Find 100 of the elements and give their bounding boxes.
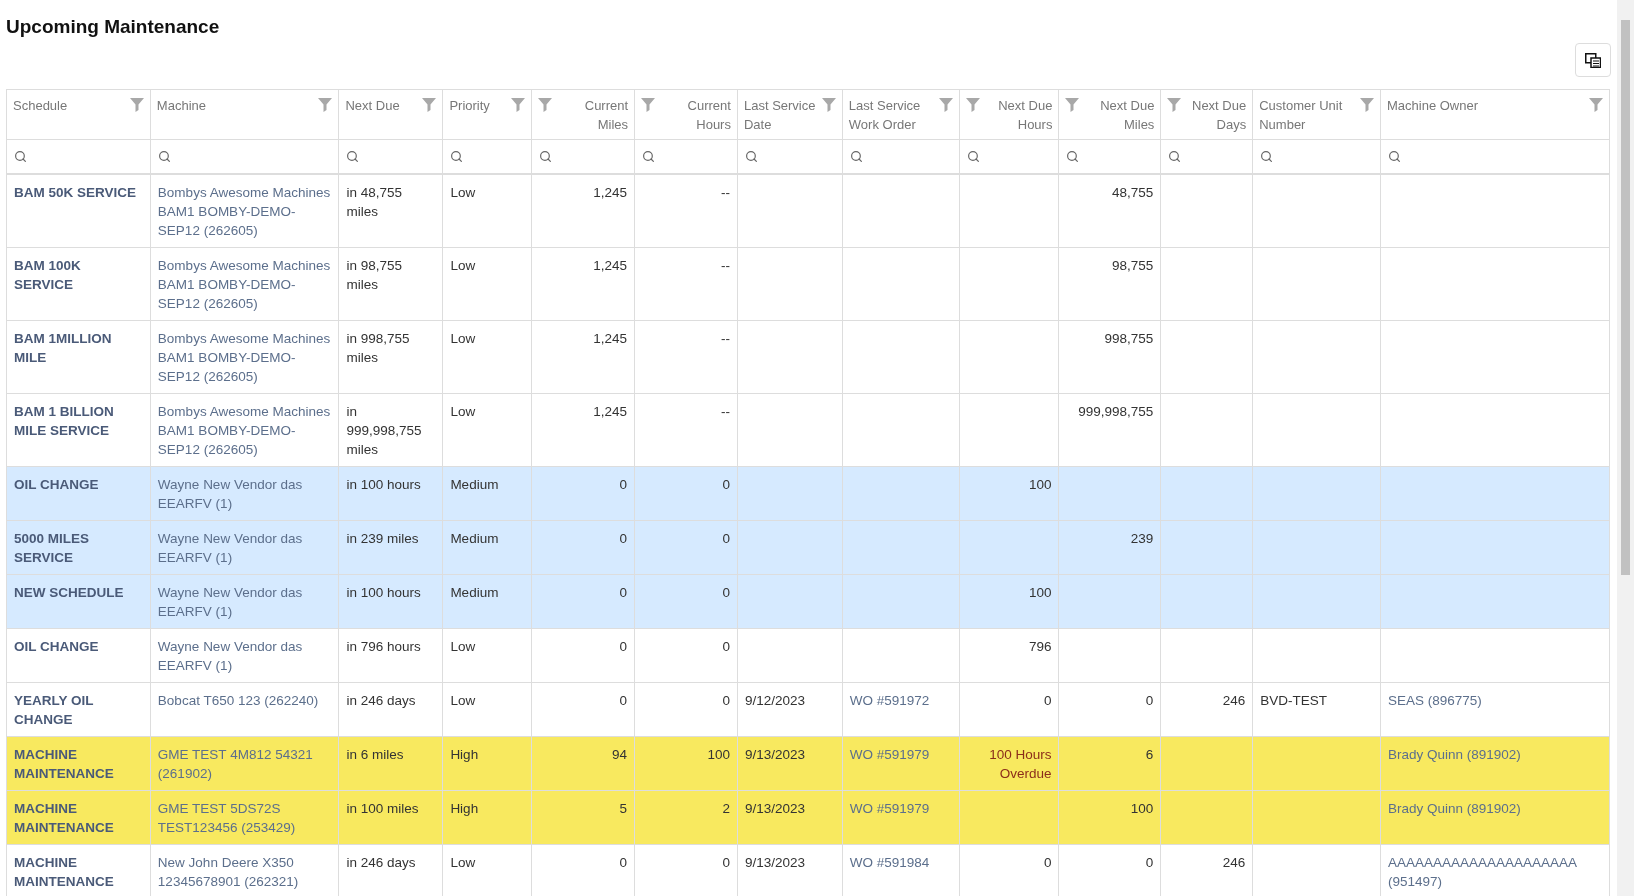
column-header[interactable]: Schedule xyxy=(6,89,151,140)
filter-field[interactable] xyxy=(634,139,738,174)
search-icon xyxy=(157,149,171,163)
table-cell-text: in 246 days xyxy=(346,691,417,710)
filter-field[interactable] xyxy=(442,139,532,174)
search-icon xyxy=(450,149,464,163)
table-cell-text: Medium xyxy=(450,529,500,548)
table-cell-text: 998,755 xyxy=(1103,329,1154,348)
column-header[interactable]: Current Hours xyxy=(634,89,738,140)
table-cell-text: NEW SCHEDULE xyxy=(14,583,125,602)
table-cell-text: -- xyxy=(719,256,730,275)
filter-icon[interactable] xyxy=(318,98,333,112)
filter-field[interactable] xyxy=(737,139,843,174)
filter-field[interactable] xyxy=(1380,139,1610,174)
table-cell-text: -- xyxy=(719,402,730,421)
table-cell-text: 1,245 xyxy=(592,183,628,202)
table-cell-text: -- xyxy=(719,183,730,202)
filter-icon[interactable] xyxy=(1167,98,1182,112)
column-header[interactable]: Last Service Work Order xyxy=(842,89,960,140)
table-cell-text: in 6 miles xyxy=(346,745,405,764)
table-cell-text: 0 xyxy=(721,691,730,710)
column-header[interactable]: Next Due Miles xyxy=(1058,89,1161,140)
filter-field[interactable] xyxy=(1058,139,1161,174)
columns-button[interactable] xyxy=(1575,43,1611,77)
table-cell-text: Low xyxy=(450,256,477,275)
column-header[interactable]: Last Service Date xyxy=(737,89,843,140)
table-cell-text: High xyxy=(450,799,480,818)
table-cell-text: Medium xyxy=(450,583,500,602)
table-cell-text: 246 xyxy=(1221,691,1246,710)
table-cell-text: 0 xyxy=(1042,853,1052,872)
table-cell-text: OIL CHANGE xyxy=(14,637,100,656)
column-header[interactable]: Machine Owner xyxy=(1380,89,1610,140)
table-cell-text: 1,245 xyxy=(592,402,628,421)
table-cell-text: 0 xyxy=(1144,691,1154,710)
filter-field[interactable] xyxy=(6,139,151,174)
table-cell-text: 100 xyxy=(706,745,730,764)
table-cell-text: 796 xyxy=(1027,637,1052,656)
filter-field[interactable] xyxy=(1252,139,1381,174)
scrollbar[interactable] xyxy=(1617,0,1634,896)
column-header[interactable]: Next Due xyxy=(338,89,443,140)
search-icon xyxy=(642,149,656,163)
table-cell-text: High xyxy=(450,745,480,764)
column-header[interactable]: Next Due Hours xyxy=(959,89,1059,140)
table-cell-text: 100 xyxy=(1129,799,1154,818)
column-header[interactable]: Priority xyxy=(442,89,532,140)
column-header[interactable]: Current Miles xyxy=(531,89,635,140)
filter-field[interactable] xyxy=(338,139,443,174)
table-cell-text: in 999,998,755 miles xyxy=(346,402,423,459)
filter-field[interactable] xyxy=(1160,139,1253,174)
table-cell-text: 0 xyxy=(618,583,628,602)
column-header[interactable]: Machine xyxy=(150,89,339,140)
filter-field[interactable] xyxy=(150,139,339,174)
filter-icon[interactable] xyxy=(422,98,437,112)
columns-icon xyxy=(1585,52,1601,68)
page-title: Upcoming Maintenance xyxy=(6,15,220,39)
table-cell-text: MACHINE MAINTENANCE xyxy=(14,799,115,837)
filter-icon[interactable] xyxy=(511,98,526,112)
table-cell-text: in 246 days xyxy=(346,853,417,872)
table-cell-text: 5 xyxy=(618,799,628,818)
table-cell-text: BAM 1 BILLION MILE SERVICE xyxy=(14,402,115,440)
table-cell-text: 6 xyxy=(1144,745,1154,764)
filter-field[interactable] xyxy=(842,139,960,174)
table-cell-text: BVD-TEST xyxy=(1260,691,1328,710)
filter-icon[interactable] xyxy=(938,98,953,112)
search-icon xyxy=(346,149,360,163)
filter-field[interactable] xyxy=(959,139,1059,174)
table-cell-text: in 239 miles xyxy=(346,529,420,548)
table-cell-text: MACHINE MAINTENANCE xyxy=(14,853,115,891)
filter-icon[interactable] xyxy=(965,98,980,112)
table-cell-text: Low xyxy=(450,402,477,421)
filter-icon[interactable] xyxy=(1065,98,1080,112)
table-cell-text: in 998,755 miles xyxy=(346,329,411,367)
filter-field[interactable] xyxy=(531,139,635,174)
column-header[interactable]: Customer Unit Number xyxy=(1252,89,1381,140)
table-cell-text: 0 xyxy=(721,853,730,872)
filter-icon[interactable] xyxy=(1360,98,1374,112)
table-cell-text: 100 Hours Overdue xyxy=(988,745,1052,783)
table-cell-text: 0 xyxy=(721,529,730,548)
column-header[interactable]: Next Due Days xyxy=(1160,89,1253,140)
search-icon xyxy=(966,149,980,163)
table-cell-text: 100 xyxy=(1027,583,1052,602)
table-cell-text: 246 xyxy=(1221,853,1246,872)
search-icon xyxy=(849,149,863,163)
filter-icon[interactable] xyxy=(129,98,144,112)
filter-icon[interactable] xyxy=(641,98,656,112)
table-cell-text: in 98,755 miles xyxy=(346,256,403,294)
table-cell-text: in 100 hours xyxy=(346,583,422,602)
table-cell-text: BAM 100K SERVICE xyxy=(14,256,82,294)
table-cell-text: 0 xyxy=(721,475,730,494)
filter-icon[interactable] xyxy=(538,98,553,112)
table-cell-text: 0 xyxy=(1042,691,1052,710)
table-cell-text: BAM 50K SERVICE xyxy=(14,183,138,202)
table-cell-text: Medium xyxy=(450,475,500,494)
filter-icon[interactable] xyxy=(1589,98,1603,112)
table-cell-text: 239 xyxy=(1129,529,1154,548)
table-cell-text: 0 xyxy=(618,529,628,548)
table-cell-text: 2 xyxy=(721,799,730,818)
filter-icon[interactable] xyxy=(821,98,836,112)
table-cell-text: 0 xyxy=(721,583,730,602)
table-cell-text: Low xyxy=(450,691,477,710)
